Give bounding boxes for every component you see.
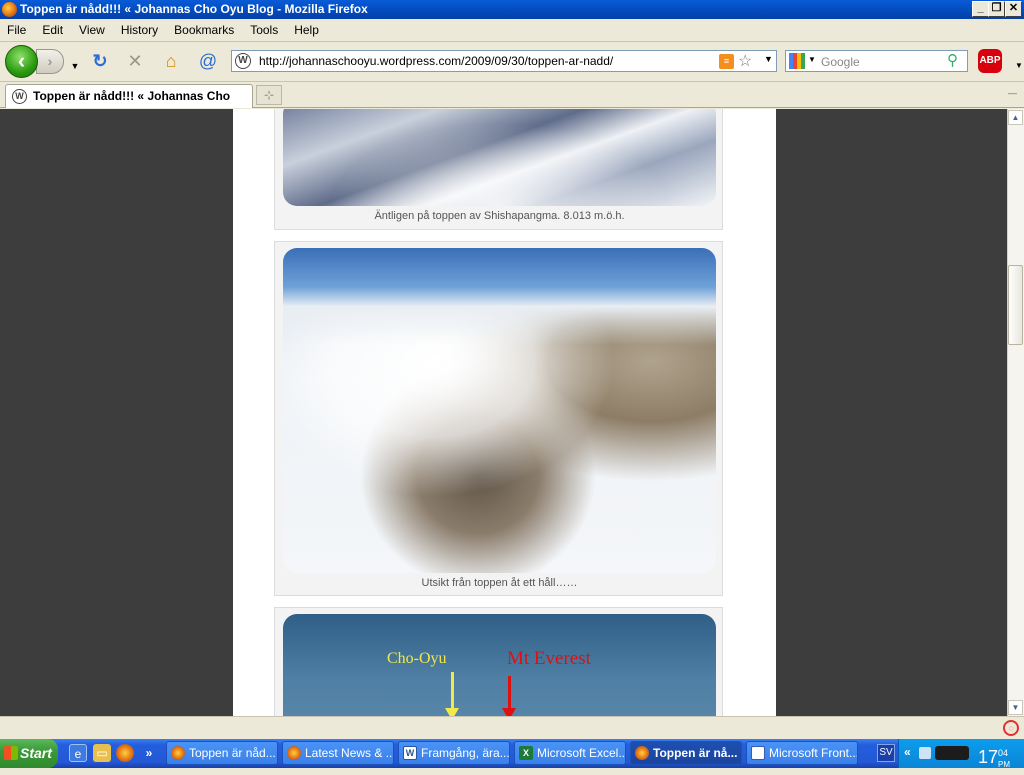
scroll-up-arrow-icon[interactable]: ▲ bbox=[1008, 110, 1023, 125]
new-tab-button[interactable]: ⊹ bbox=[256, 85, 282, 105]
google-engine-icon[interactable] bbox=[789, 53, 805, 69]
url-text[interactable]: http://johannaschooyu.wordpress.com/2009… bbox=[259, 54, 613, 68]
minimize-button[interactable]: _ bbox=[972, 1, 989, 17]
menu-bar: File Edit View History Bookmarks Tools Help bbox=[0, 19, 1024, 42]
taskbar-item-label: Framgång, ära... bbox=[421, 746, 510, 760]
taskbar-item-5-active[interactable]: Toppen är nå... bbox=[630, 741, 742, 765]
firefox-icon bbox=[171, 746, 185, 760]
status-addon-icon[interactable]: ◌ bbox=[1003, 720, 1019, 736]
reload-icon[interactable]: ↻ bbox=[89, 50, 111, 72]
addon-swirl-icon[interactable]: @ bbox=[197, 50, 219, 72]
photo-frame-2: Utsikt från toppen åt ett håll…… bbox=[274, 241, 723, 596]
photo-summit-view bbox=[283, 248, 716, 573]
quicklaunch-firefox-icon[interactable] bbox=[116, 744, 134, 762]
tray-app-icon[interactable] bbox=[935, 746, 969, 760]
clock-ampm: PM bbox=[998, 760, 1010, 769]
taskbar-item-label: Toppen är nå... bbox=[653, 746, 738, 760]
quicklaunch-overflow-icon[interactable]: » bbox=[140, 744, 158, 762]
word-icon: W bbox=[403, 746, 417, 760]
start-label: Start bbox=[20, 745, 52, 761]
menu-tools[interactable]: Tools bbox=[250, 19, 278, 37]
window-title: Toppen är nådd!!! « Johannas Cho Oyu Blo… bbox=[20, 2, 368, 16]
taskbar-item-6[interactable]: Microsoft Front... bbox=[746, 741, 858, 765]
firefox-icon bbox=[635, 746, 649, 760]
wordpress-favicon-icon: W bbox=[235, 53, 251, 69]
scroll-down-arrow-icon[interactable]: ▼ bbox=[1008, 700, 1023, 715]
photo-caption-2: Utsikt från toppen åt ett håll…… bbox=[421, 577, 578, 589]
menu-help[interactable]: Help bbox=[294, 19, 319, 37]
forward-button[interactable]: › bbox=[36, 49, 64, 74]
clock-hour: 17 bbox=[978, 747, 999, 767]
adblock-plus-button[interactable]: ABP bbox=[978, 49, 1002, 73]
url-bar[interactable]: W http://johannaschooyu.wordpress.com/20… bbox=[231, 50, 777, 72]
quicklaunch-ie-icon[interactable]: e bbox=[69, 744, 87, 762]
photo-mountain-labels: Cho-Oyu Mt Everest bbox=[283, 614, 716, 716]
scrollbar-thumb[interactable] bbox=[1008, 265, 1023, 345]
home-icon[interactable]: ⌂ bbox=[160, 50, 182, 72]
cho-oyu-arrowhead-icon bbox=[445, 708, 459, 716]
page-viewport: Äntligen på toppen av Shishapangma. 8.01… bbox=[0, 109, 1007, 716]
taskbar-item-2[interactable]: Latest News & ... bbox=[282, 741, 394, 765]
everest-arrowhead-icon bbox=[502, 708, 516, 716]
taskbar-item-1[interactable]: Toppen är nåd... bbox=[166, 741, 278, 765]
photo-shishapangma-summit bbox=[283, 109, 716, 206]
firefox-icon bbox=[287, 746, 301, 760]
language-indicator[interactable]: SV bbox=[877, 744, 895, 762]
search-input[interactable]: Google bbox=[821, 55, 860, 69]
windows-logo-icon bbox=[4, 746, 18, 760]
tray-expand-icon[interactable]: « bbox=[904, 745, 911, 759]
taskbar-item-4[interactable]: X Microsoft Excel... bbox=[514, 741, 626, 765]
menu-edit[interactable]: Edit bbox=[42, 19, 63, 37]
taskbar-item-label: Microsoft Front... bbox=[769, 746, 858, 760]
frontpage-icon bbox=[751, 746, 765, 760]
menu-file[interactable]: File bbox=[7, 19, 26, 37]
menu-bookmarks[interactable]: Bookmarks bbox=[174, 19, 234, 37]
search-bar[interactable]: ▼ Google ⚲ bbox=[785, 50, 968, 72]
blog-page: Äntligen på toppen av Shishapangma. 8.01… bbox=[233, 109, 776, 716]
tab-active[interactable]: W Toppen är nådd!!! « Johannas Cho Oy... bbox=[5, 84, 253, 125]
excel-icon: X bbox=[519, 746, 533, 760]
cho-oyu-label: Cho-Oyu bbox=[387, 650, 447, 667]
firefox-icon bbox=[2, 2, 17, 17]
search-magnifier-icon[interactable]: ⚲ bbox=[947, 51, 958, 69]
toolbar-overflow-icon[interactable]: ▼ bbox=[1008, 55, 1024, 77]
taskbar-item-label: Microsoft Excel... bbox=[537, 746, 626, 760]
mt-everest-label: Mt Everest bbox=[507, 648, 591, 669]
back-button[interactable]: ‹ bbox=[5, 45, 38, 78]
search-engine-dropdown-icon[interactable]: ▼ bbox=[808, 55, 816, 64]
quicklaunch-folder-icon[interactable]: ▭ bbox=[93, 744, 111, 762]
window-titlebar[interactable]: Toppen är nådd!!! « Johannas Cho Oyu Blo… bbox=[0, 0, 1024, 19]
tab-list-icon[interactable]: — bbox=[1008, 88, 1017, 98]
taskbar-item-3[interactable]: W Framgång, ära... bbox=[398, 741, 510, 765]
history-dropdown-icon[interactable]: ▼ bbox=[64, 55, 86, 77]
status-bar: ◌ bbox=[0, 716, 1024, 739]
rss-feed-icon[interactable]: ≡ bbox=[719, 54, 734, 69]
stop-icon[interactable]: ✕ bbox=[124, 50, 146, 72]
url-dropdown-icon[interactable]: ▼ bbox=[764, 54, 773, 64]
vertical-scrollbar[interactable] bbox=[1007, 109, 1024, 716]
photo-caption-1: Äntligen på toppen av Shishapangma. 8.01… bbox=[374, 210, 625, 222]
taskbar-item-label: Toppen är nåd... bbox=[189, 746, 276, 760]
taskbar-item-label: Latest News & ... bbox=[305, 746, 394, 760]
photo-frame-3: Cho-Oyu Mt Everest bbox=[274, 607, 723, 716]
menu-history[interactable]: History bbox=[121, 19, 158, 37]
bookmark-star-icon[interactable]: ☆ bbox=[738, 51, 752, 71]
photo-frame-1: Äntligen på toppen av Shishapangma. 8.01… bbox=[274, 109, 723, 230]
maximize-button[interactable]: ❐ bbox=[988, 1, 1005, 17]
menu-view[interactable]: View bbox=[79, 19, 105, 37]
start-button[interactable]: Start bbox=[0, 739, 58, 768]
close-button[interactable]: ✕ bbox=[1005, 1, 1022, 17]
taskbar-clock[interactable]: 1704 PM bbox=[978, 743, 1010, 769]
wordpress-favicon-icon: W bbox=[12, 89, 27, 104]
tray-network-icon[interactable] bbox=[919, 747, 931, 759]
